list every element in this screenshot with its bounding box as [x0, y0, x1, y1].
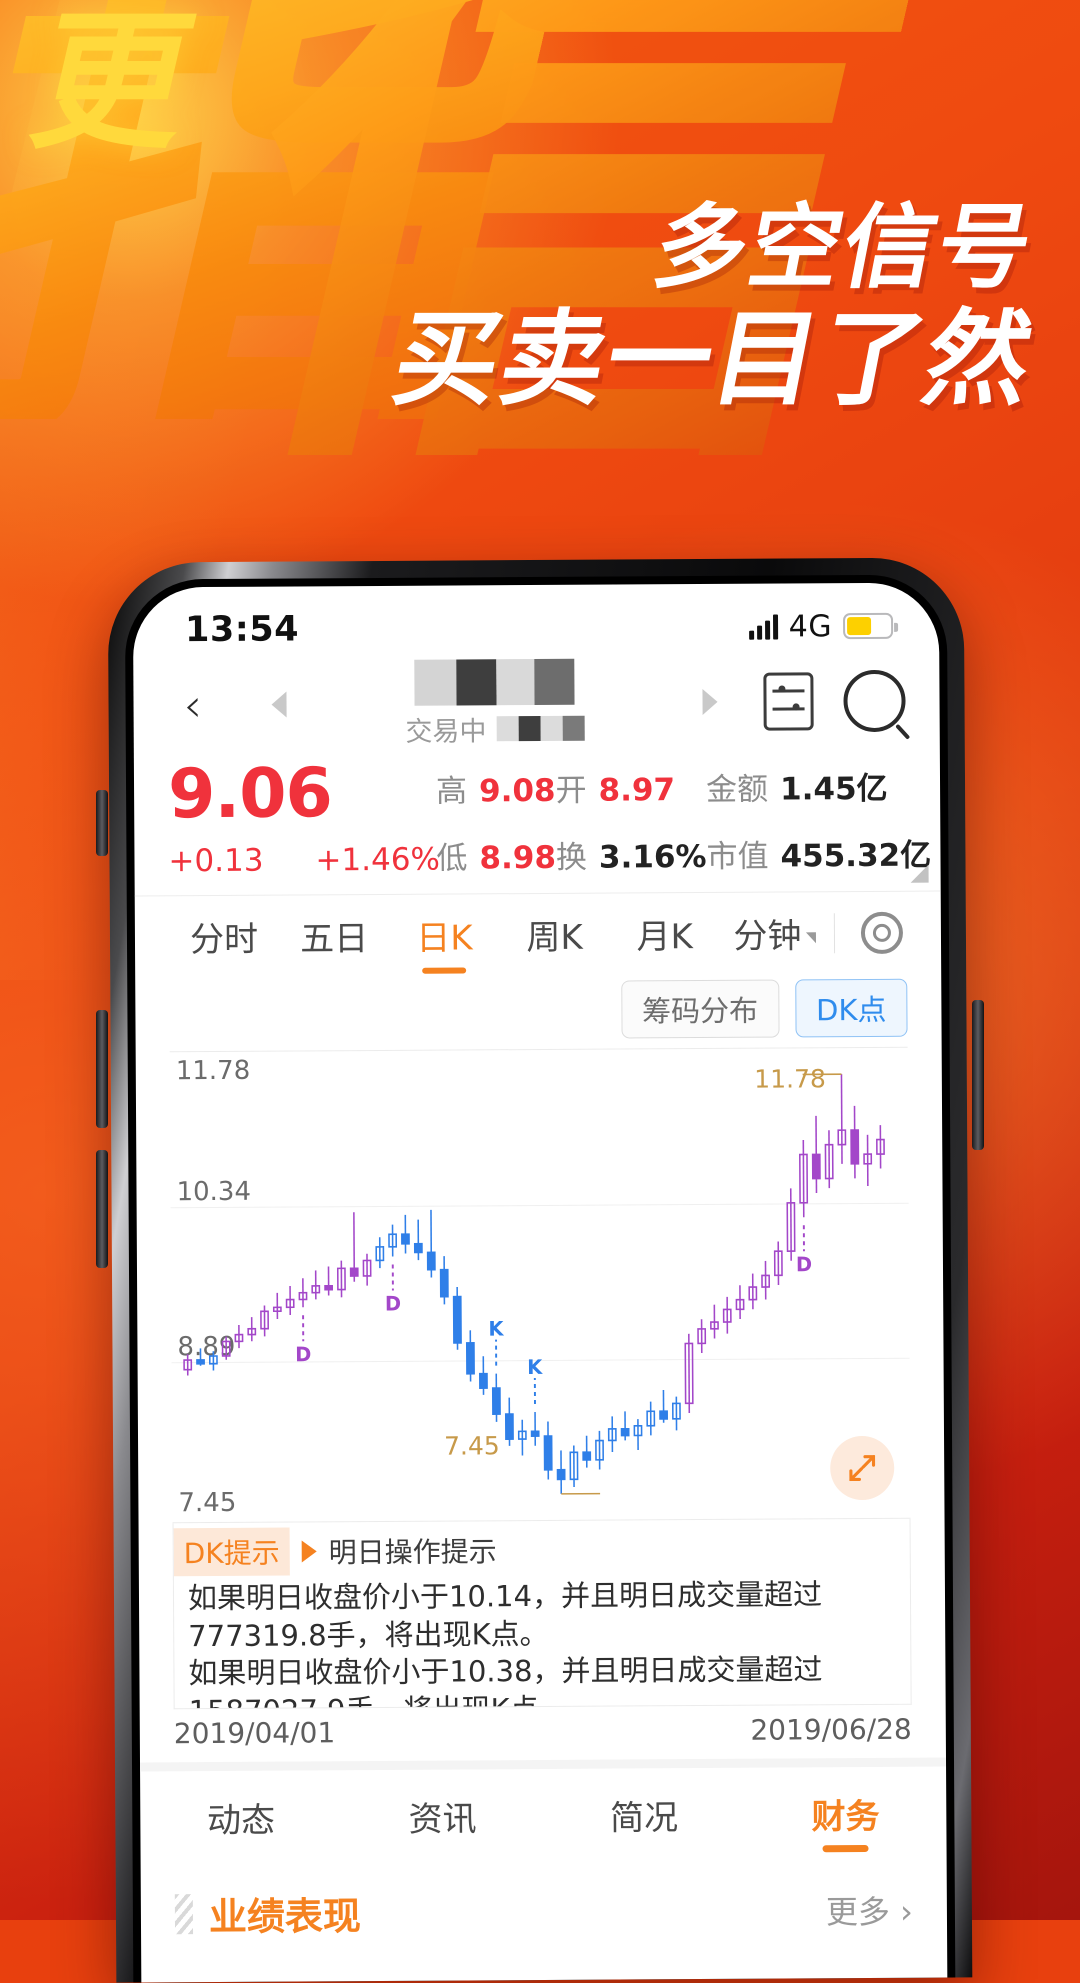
battery-icon	[843, 613, 893, 639]
svg-text:K: K	[527, 1356, 543, 1379]
signal-bars-icon	[749, 614, 778, 640]
phone-bezel: 13:54 4G ‹ 交易中 9.06	[125, 575, 956, 1983]
section-accent-bar	[175, 1894, 193, 1934]
promo-headline-line2: 买卖一目了然	[385, 303, 1043, 415]
dk-tip-line-2: 如果明日收盘价小于10.38，并且明日成交量超过1587027.9手，将出现K点…	[188, 1651, 900, 1709]
quote-low: 低 8.98	[436, 832, 556, 878]
stock-code-redacted	[496, 715, 584, 741]
tab-rik[interactable]: 日K	[389, 910, 499, 960]
dk-tips-title: 明日操作提示	[329, 1530, 497, 1571]
dk-tip-line-1: 如果明日收盘价小于10.14，并且明日成交量超过777319.8手，将出现K点。	[188, 1576, 900, 1656]
tab-fenshi[interactable]: 分时	[169, 912, 279, 962]
quote-low-label: 低	[436, 840, 467, 876]
divider	[834, 913, 835, 953]
quote-amount-value: 1.45亿	[780, 771, 888, 808]
phone-device-frame: 13:54 4G ‹ 交易中 9.06	[108, 557, 973, 1982]
promo-headline: 多空信号 买卖一目了然	[396, 198, 1032, 416]
content-section-tabs: 动态 资讯 简况 财务	[140, 1758, 947, 1857]
expand-quote-icon[interactable]	[911, 865, 929, 883]
stock-name-redacted	[414, 658, 574, 705]
chevron-down-icon	[806, 932, 816, 943]
svg-text:D: D	[385, 1292, 401, 1315]
price-change-pct: +1.46%	[315, 842, 440, 879]
svg-text:D: D	[796, 1253, 812, 1276]
candlestick-canvas: KK D D D	[170, 1048, 911, 1522]
dk-tips-badge: DK提示	[174, 1528, 290, 1577]
quote-main: 9.06 +0.13 +1.46%	[168, 760, 437, 880]
quote-col-3: 金额 1.45亿 市值 455.32亿	[706, 757, 931, 876]
expand-fullscreen-icon[interactable]	[830, 1436, 894, 1500]
dk-tips-panel[interactable]: DK提示 明日操作提示 如果明日收盘价小于10.14，并且明日成交量超过7773…	[173, 1519, 912, 1710]
top-navigation-bar: ‹ 交易中	[133, 655, 940, 752]
svg-text:D: D	[295, 1343, 311, 1366]
phone-volume-down-button-2	[96, 1150, 108, 1268]
status-bar: 13:54 4G	[133, 583, 939, 660]
quote-turnover: 换 3.16%	[556, 831, 707, 877]
quote-high: 高 9.08	[436, 765, 556, 811]
dk-tips-body: 如果明日收盘价小于10.14，并且明日成交量超过777319.8手，将出现K点。…	[174, 1574, 911, 1709]
price-change-abs: +0.13	[168, 843, 263, 880]
market-status-label: 交易中	[405, 709, 486, 748]
svg-text:K: K	[488, 1317, 504, 1340]
performance-title: 业绩表现	[209, 1885, 361, 1941]
promo-accent-char: 更	[24, 22, 196, 145]
gear-icon[interactable]	[861, 911, 903, 953]
phone-volume-down-button	[96, 1010, 108, 1128]
price-change-row: +0.13 +1.46%	[168, 842, 436, 880]
tab-fenzhong-label: 分钟	[733, 916, 801, 956]
quote-open: 开 8.97	[555, 764, 706, 810]
candlestick-chart[interactable]: 11.78 10.34 8.89 7.45 11.78 7.45 KKDDD	[170, 1047, 911, 1523]
play-triangle-icon	[302, 1540, 317, 1562]
chip-chouma-fenbu[interactable]: 筹码分布	[621, 980, 779, 1039]
quote-mktcap-label: 市值	[706, 839, 768, 875]
quote-turnover-value: 3.16%	[599, 839, 707, 876]
quote-low-value: 8.98	[479, 840, 556, 876]
chart-date-start: 2019/04/01	[174, 1716, 336, 1750]
next-stock-icon[interactable]	[702, 689, 717, 715]
quote-mktcap: 市值 455.32亿	[706, 830, 931, 876]
quote-amount-label: 金额	[706, 772, 768, 808]
network-type-label: 4G	[789, 609, 833, 644]
performance-section-header: 业绩表现 更多 ›	[141, 1852, 948, 1942]
kline-period-tabs: 分时 五日 日K 周K 月K 分钟	[135, 891, 941, 978]
quote-panel: 9.06 +0.13 +1.46% 高 9.08 低 8.98 开 8.97 换 3.1…	[134, 747, 941, 896]
quote-open-value: 8.97	[598, 772, 675, 808]
promo-headline-line1: 多空信号	[386, 198, 1041, 297]
status-indicators: 4G	[749, 608, 894, 644]
quote-turnover-label: 换	[556, 840, 587, 876]
list-settings-icon[interactable]	[763, 672, 813, 730]
phone-screen: 13:54 4G ‹ 交易中 9.06	[133, 583, 948, 1983]
status-clock: 13:54	[185, 609, 299, 650]
chart-date-range: 2019/04/01 2019/06/28	[140, 1705, 946, 1763]
chip-dk-point[interactable]: DK点	[795, 979, 908, 1038]
phone-volume-up-button	[96, 790, 108, 856]
quote-col-1: 高 9.08 低 8.98	[436, 759, 556, 878]
quote-col-2: 开 8.97 换 3.16%	[555, 758, 706, 877]
current-price: 9.06	[168, 760, 436, 830]
tab-jiankuang[interactable]: 简况	[543, 1790, 745, 1840]
tab-zixun[interactable]: 资讯	[342, 1791, 544, 1841]
dk-tips-header: DK提示 明日操作提示	[174, 1519, 910, 1578]
chart-date-end: 2019/06/28	[750, 1713, 912, 1747]
quote-mktcap-value: 455.32亿	[780, 838, 931, 875]
quote-high-label: 高	[436, 773, 467, 809]
back-icon[interactable]: ‹	[167, 682, 218, 728]
prev-stock-icon[interactable]	[272, 692, 287, 718]
quote-high-value: 9.08	[479, 773, 556, 809]
stock-title-block: 交易中	[287, 657, 703, 749]
market-status-row: 交易中	[405, 708, 584, 748]
tab-fenzhong[interactable]: 分钟	[720, 908, 830, 958]
tab-dongtai[interactable]: 动态	[140, 1792, 342, 1842]
performance-more-link[interactable]: 更多 ›	[826, 1886, 913, 1933]
quote-amount: 金额 1.45亿	[706, 763, 931, 809]
search-icon[interactable]	[843, 670, 905, 732]
phone-power-button	[972, 1000, 984, 1150]
tab-yuek[interactable]: 月K	[609, 909, 719, 959]
tab-caiwu[interactable]: 财务	[745, 1789, 947, 1839]
tab-wuri[interactable]: 五日	[279, 911, 389, 961]
quote-open-label: 开	[555, 773, 586, 809]
tab-zhouk[interactable]: 周K	[499, 910, 609, 960]
chart-indicator-chips: 筹码分布 DK点	[135, 973, 941, 1052]
